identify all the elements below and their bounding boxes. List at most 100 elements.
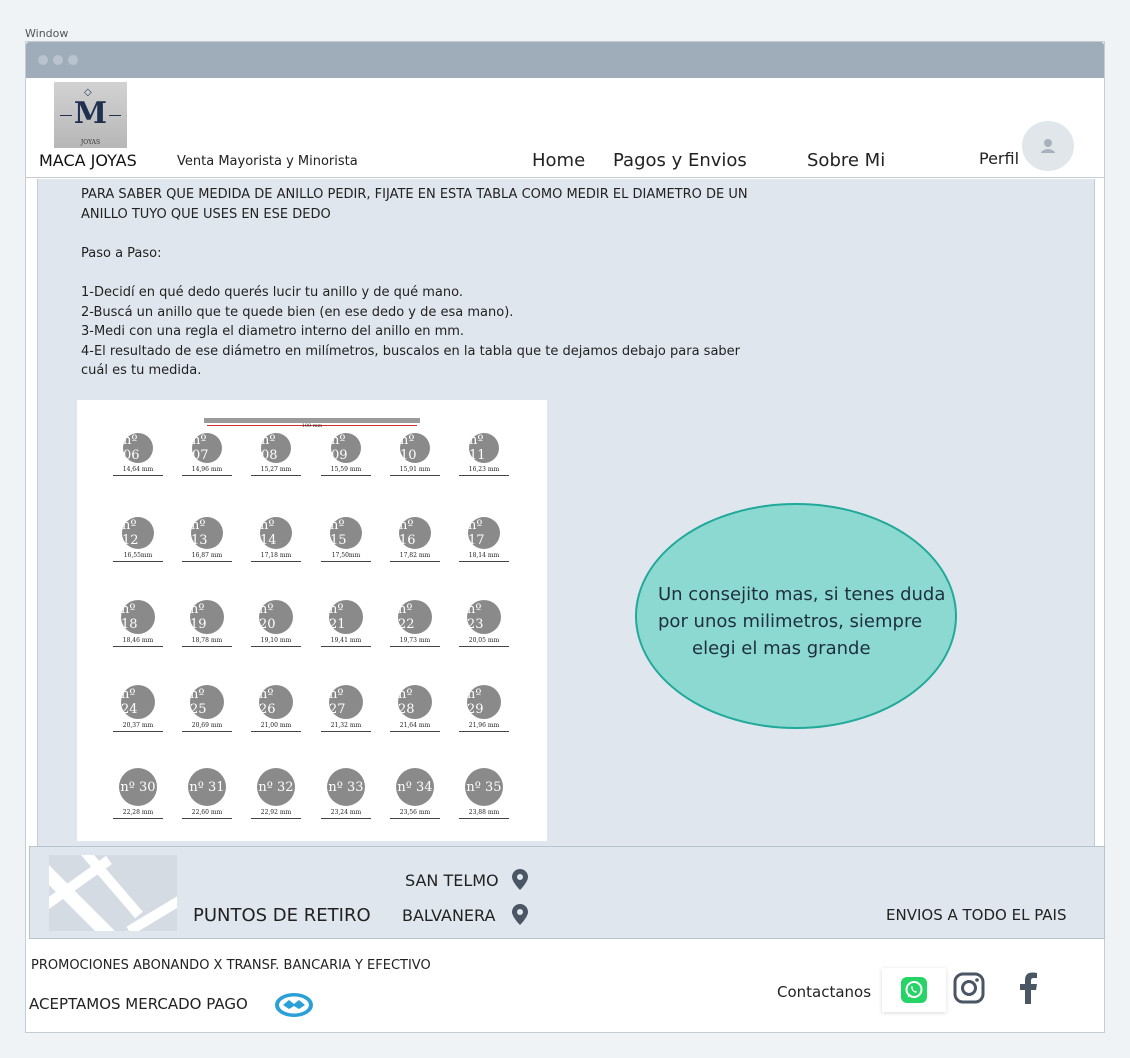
- ring-size-circle: nº 23: [467, 600, 501, 634]
- ring-size-circle: nº 30: [119, 768, 157, 806]
- brand-name: MACA JOYAS: [39, 151, 137, 170]
- mercado-pago-text: ACEPTAMOS MERCADO PAGO: [29, 995, 248, 1013]
- window-minimize-dot[interactable]: [53, 55, 63, 65]
- ring-size-mm-label: 17,18 mm: [251, 552, 301, 562]
- ring-size-circle: nº 17: [468, 517, 500, 549]
- ring-size-circle: nº 10: [400, 433, 430, 463]
- facebook-icon[interactable]: [1016, 971, 1040, 1005]
- tip-bubble: Un consejito mas, si tenes duda por unos…: [635, 503, 957, 729]
- ring-size-mm-label: 21,32 mm: [321, 722, 371, 732]
- tip-line-1: Un consejito mas, si tenes duda: [658, 584, 946, 605]
- ring-size-mm-label: 18,14 mm: [459, 552, 509, 562]
- ring-size-mm-label: 19,10 mm: [251, 637, 301, 647]
- ring-size-circle: nº 20: [259, 600, 293, 634]
- whatsapp-button[interactable]: [882, 968, 946, 1012]
- intro-line-2: ANILLO TUYO QUE USES EN ESE DEDO: [81, 207, 331, 222]
- ring-size-circle: nº 19: [190, 600, 224, 634]
- ring-size-mm-label: 16,23 mm: [459, 466, 509, 476]
- ring-size-circle: nº 09: [331, 433, 361, 463]
- ring-size-mm-label: 23,88 mm: [459, 809, 509, 819]
- ring-size-mm-label: 18,78 mm: [182, 637, 232, 647]
- ring-size-mm-label: 21,64 mm: [390, 722, 440, 732]
- ruler-label: 100 mm: [301, 423, 323, 429]
- map-streets: [49, 855, 177, 931]
- step-4-line-1: 4-El resultado de ese diámetro en milíme…: [81, 344, 741, 359]
- step-1: 1-Decidí en qué dedo querés lucir tu ani…: [81, 285, 463, 300]
- ring-size-mm-label: 16,87 mm: [182, 552, 232, 562]
- ring-size-circle: nº 07: [192, 433, 222, 463]
- ring-size-mm-label: 17,82 mm: [390, 552, 440, 562]
- ring-size-circle: nº 14: [260, 517, 292, 549]
- intro-line-1: PARA SABER QUE MEDIDA DE ANILLO PEDIR, F…: [81, 187, 748, 202]
- ring-size-circle: nº 12: [122, 517, 154, 549]
- instagram-icon[interactable]: [952, 971, 986, 1005]
- brand-tagline: Venta Mayorista y Minorista: [177, 154, 358, 169]
- ring-size-mm-label: 18,46 mm: [113, 637, 163, 647]
- avatar[interactable]: [1022, 121, 1074, 171]
- pickup-section: PUNTOS DE RETIRO SAN TELMO BALVANERA ENV…: [29, 846, 1105, 939]
- logo-letter: M: [73, 96, 108, 131]
- window-label: Window: [25, 27, 69, 40]
- ring-size-mm-label: 20,37 mm: [113, 722, 163, 732]
- main-content: PARA SABER QUE MEDIDA DE ANILLO PEDIR, F…: [37, 179, 1095, 846]
- ring-size-circle: nº 25: [190, 685, 224, 719]
- ring-size-circle: nº 34: [396, 768, 434, 806]
- ring-size-mm-label: 19,41 mm: [321, 637, 371, 647]
- profile-label[interactable]: Perfil: [979, 149, 1019, 168]
- browser-window: ◇ M JOYAS MACA JOYAS Venta Mayorista y M…: [25, 41, 1105, 1033]
- ring-size-mm-label: 20,05 mm: [459, 637, 509, 647]
- tip-text: Un consejito mas, si tenes duda por unos…: [658, 581, 945, 662]
- window-titlebar[interactable]: [26, 42, 1104, 78]
- ring-size-mm-label: 23,56 mm: [390, 809, 440, 819]
- map-thumbnail[interactable]: [49, 855, 177, 931]
- site-footer: PROMOCIONES ABONANDO X TRANSF. BANCARIA …: [26, 939, 1104, 1032]
- step-4-line-2: cuál es tu medida.: [81, 363, 202, 378]
- tip-line-2: por unos milimetros, siempre: [658, 611, 923, 632]
- ring-size-circle: nº 27: [329, 685, 363, 719]
- ring-size-mm-label: 17,50mm: [321, 552, 371, 562]
- ring-size-circle: nº 15: [330, 517, 362, 549]
- ring-size-mm-label: 21,00 mm: [251, 722, 301, 732]
- ring-size-mm-label: 20,69 mm: [182, 722, 232, 732]
- ring-size-mm-label: 16,55mm: [113, 552, 163, 562]
- window-maximize-dot[interactable]: [68, 55, 78, 65]
- map-pin-icon: [512, 869, 528, 890]
- ring-size-circle: nº 31: [188, 768, 226, 806]
- ring-size-circle: nº 18: [121, 600, 155, 634]
- ring-size-table: 100 mm nº 06 14,64 mm nº 07 14,96 mm nº 08 15…: [77, 400, 547, 841]
- user-icon: [1041, 139, 1055, 153]
- window-close-dot[interactable]: [38, 55, 48, 65]
- ring-size-mm-label: 14,96 mm: [182, 466, 232, 476]
- ring-size-circle: nº 06: [123, 433, 153, 463]
- ring-size-circle: nº 08: [261, 433, 291, 463]
- ring-size-mm-label: 21,96 mm: [459, 722, 509, 732]
- ring-size-mm-label: 15,59 mm: [321, 466, 371, 476]
- step-3: 3-Medi con una regla el diametro interno…: [81, 324, 465, 339]
- nav-home[interactable]: Home: [532, 150, 585, 171]
- nav-pagos-y-envios[interactable]: Pagos y Envios: [613, 150, 747, 171]
- ring-size-circle: nº 21: [329, 600, 363, 634]
- ring-size-circle: nº 13: [191, 517, 223, 549]
- logo-subtext: JOYAS: [80, 139, 101, 146]
- tip-line-3: elegi el mas grande: [692, 638, 871, 659]
- step-2: 2-Buscá un anillo que te quede bien (en …: [81, 305, 514, 320]
- ring-size-circle: nº 29: [467, 685, 501, 719]
- ring-size-mm-label: 15,27 mm: [251, 466, 301, 476]
- promo-text: PROMOCIONES ABONANDO X TRANSF. BANCARIA …: [31, 958, 431, 973]
- steps-title: Paso a Paso:: [81, 246, 162, 261]
- pickup-title: PUNTOS DE RETIRO: [193, 905, 371, 926]
- ring-size-mm-label: 22,92 mm: [251, 809, 301, 819]
- contact-label: Contactanos: [777, 983, 872, 1001]
- location-san-telmo: SAN TELMO: [405, 871, 499, 890]
- ring-size-mm-label: 15,91 mm: [390, 466, 440, 476]
- location-balvanera: BALVANERA: [402, 906, 496, 925]
- nav-sobre-mi[interactable]: Sobre Mi: [807, 150, 885, 171]
- ring-size-mm-label: 23,24 mm: [321, 809, 371, 819]
- ring-size-circle: nº 22: [398, 600, 432, 634]
- whatsapp-icon: [901, 977, 927, 1003]
- ring-size-circle: nº 33: [327, 768, 365, 806]
- brand-logo[interactable]: ◇ M JOYAS: [54, 82, 127, 148]
- ring-size-circle: nº 24: [121, 685, 155, 719]
- map-pin-icon: [512, 904, 528, 925]
- ring-size-mm-label: 22,60 mm: [182, 809, 232, 819]
